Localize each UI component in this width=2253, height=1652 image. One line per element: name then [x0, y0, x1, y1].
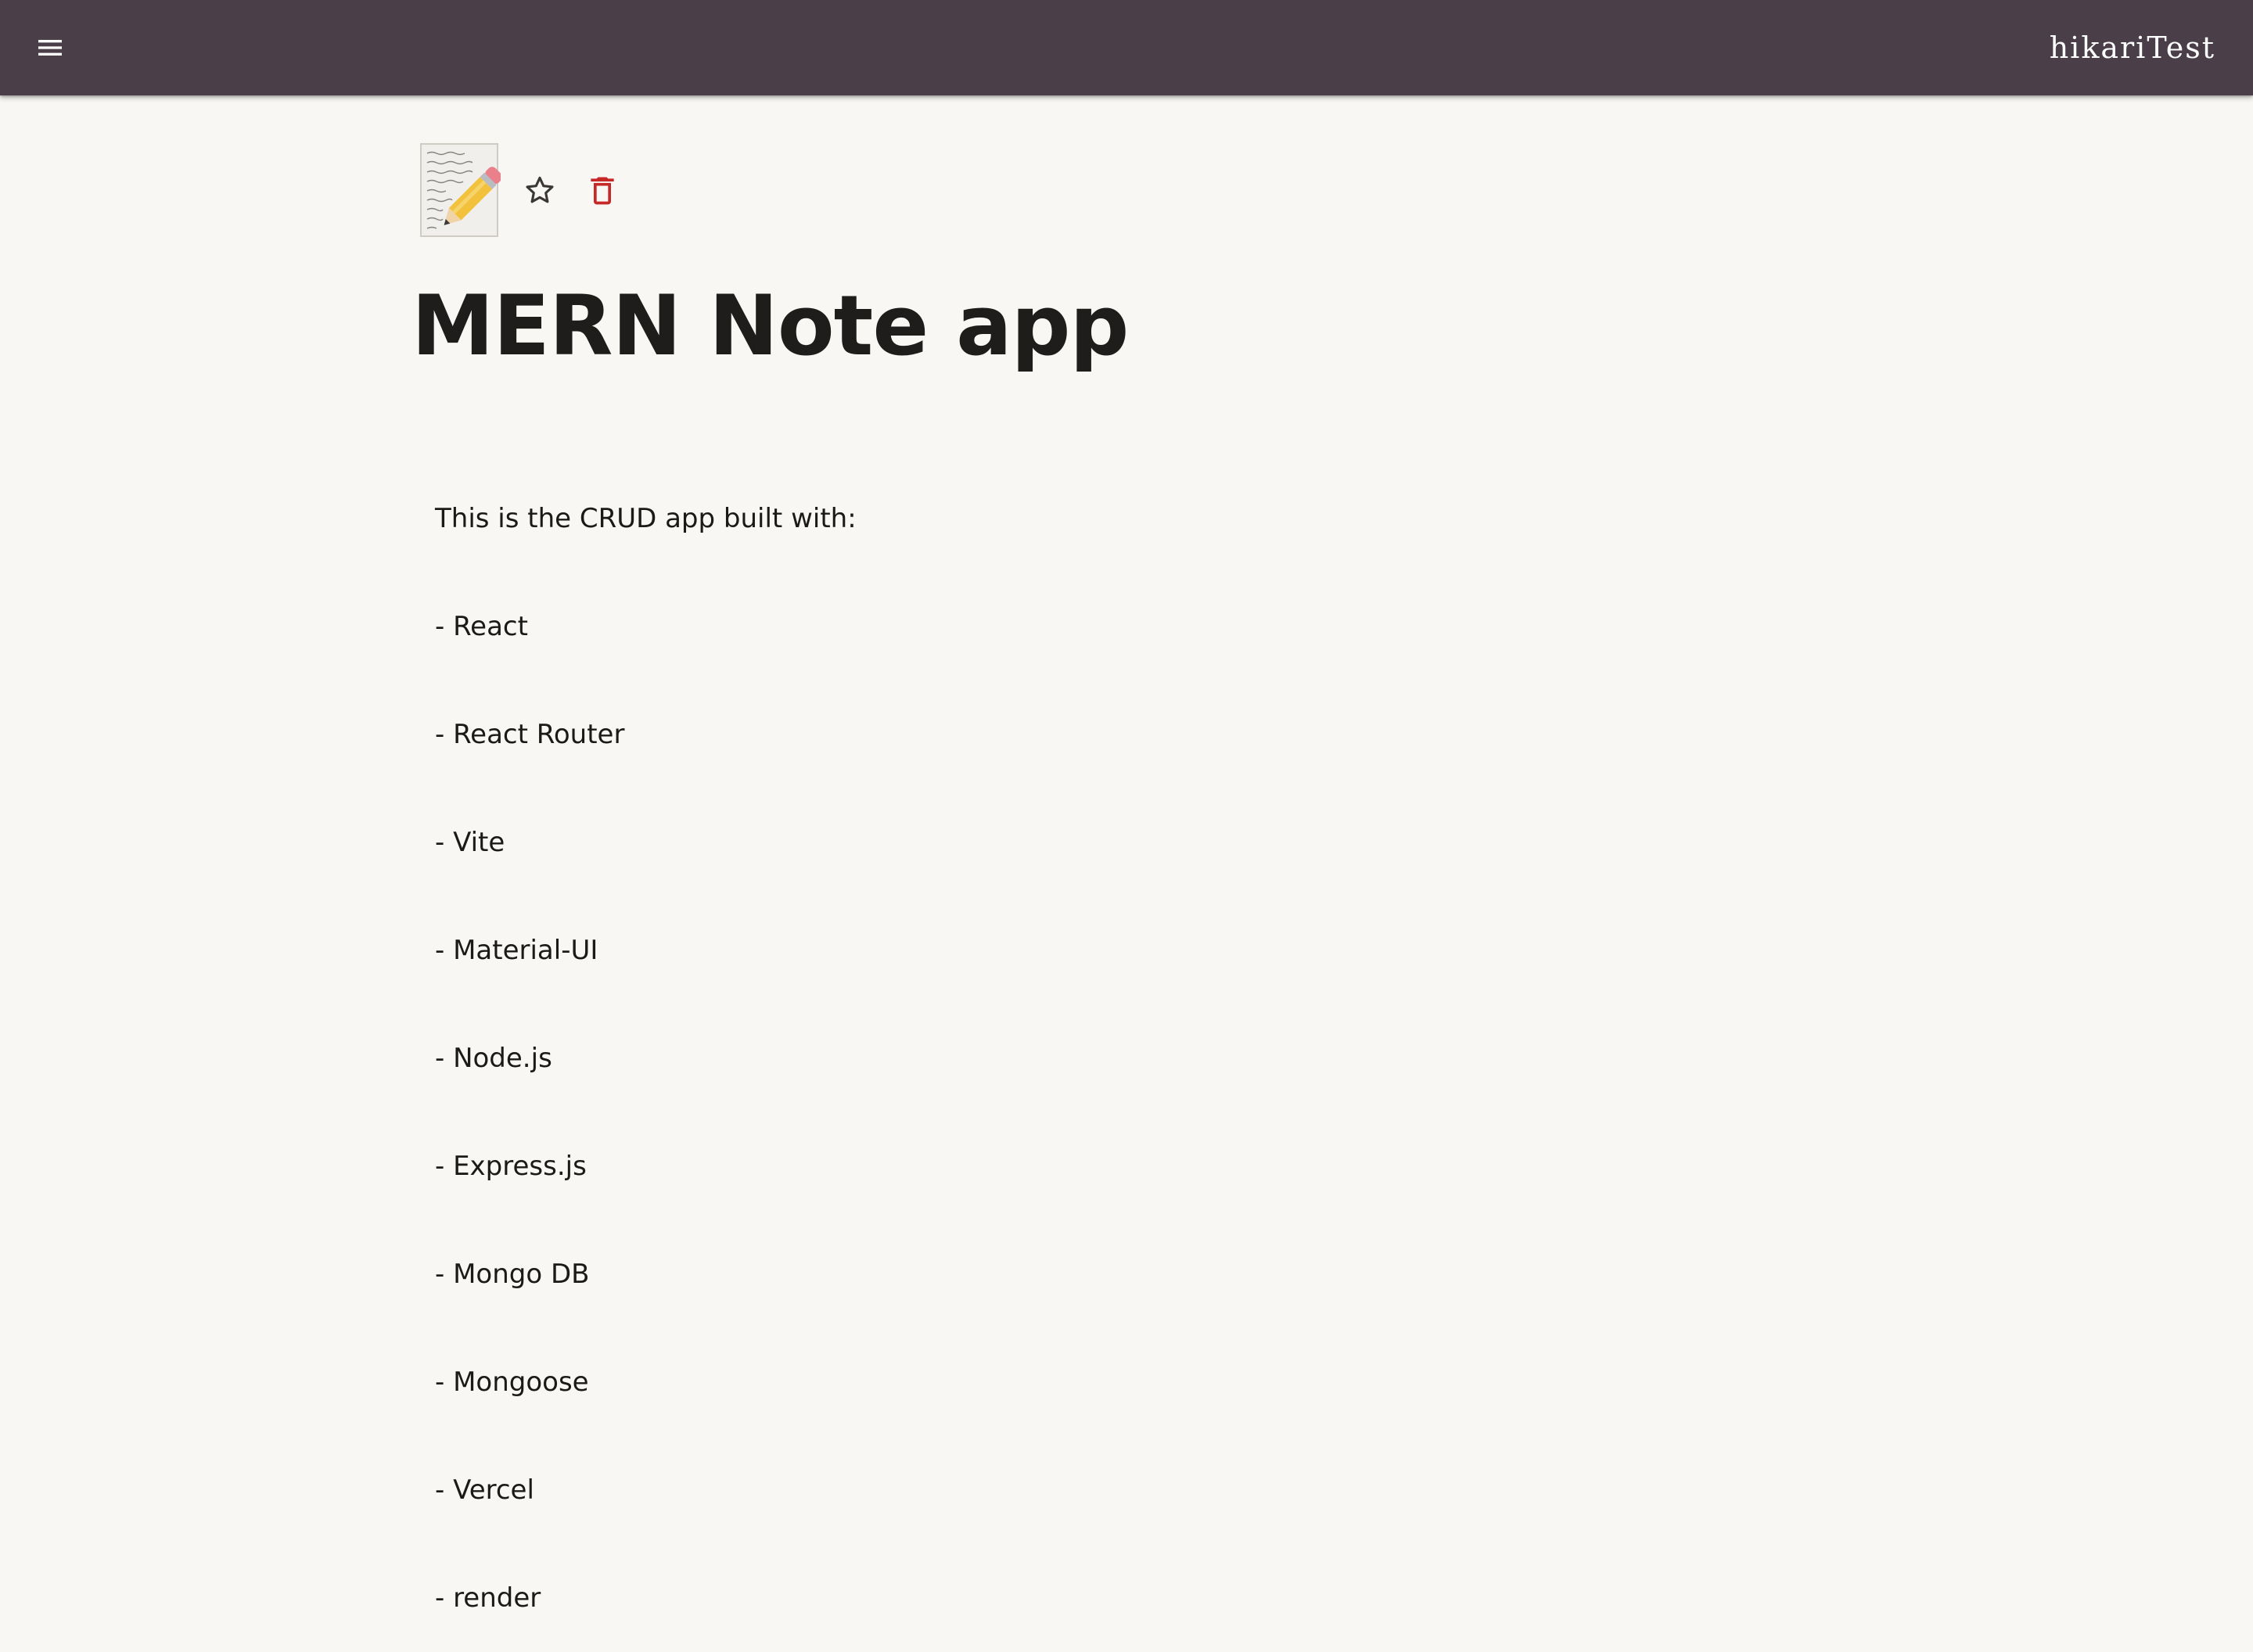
note-body-line: - React Router [435, 719, 625, 750]
note-body-line: - Material-UI [435, 935, 598, 966]
note-body[interactable]: This is the CRUD app built with: - React… [435, 429, 857, 1652]
note-toolbar [419, 141, 631, 239]
app-bar: hikariTest [0, 0, 2253, 95]
note-body-line: - Vercel [435, 1474, 534, 1506]
note-body-line: - Node.js [435, 1043, 552, 1074]
delete-button[interactable] [574, 162, 631, 218]
favorite-button[interactable] [512, 162, 568, 218]
app-title: hikariTest [2049, 31, 2215, 65]
note-body-line: - Vite [435, 827, 505, 858]
note-body-line: This is the CRUD app built with: [435, 503, 857, 534]
menu-icon [38, 40, 62, 56]
menu-button[interactable] [19, 16, 81, 79]
note-body-line: - Express.js [435, 1151, 587, 1182]
memo-emoji-icon [420, 143, 501, 237]
note-title[interactable]: MERN Note app [411, 275, 1129, 377]
note-body-line: - render [435, 1582, 541, 1614]
note-body-line: - React [435, 611, 528, 642]
note-body-line: - Mongo DB [435, 1259, 590, 1290]
note-body-line: - Mongoose [435, 1366, 589, 1398]
star-outline-icon [526, 176, 554, 203]
trash-icon [591, 177, 614, 205]
